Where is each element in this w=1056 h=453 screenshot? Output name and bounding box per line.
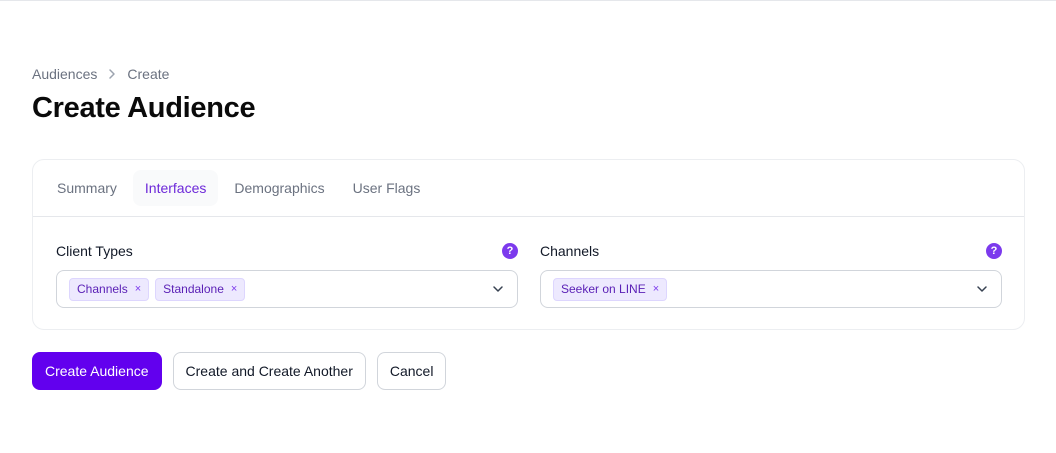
cancel-button[interactable]: Cancel	[376, 352, 447, 390]
breadcrumb-audiences-link[interactable]: Audiences	[32, 66, 97, 82]
tab-user-flags[interactable]: User Flags	[341, 170, 433, 206]
remove-chip-icon[interactable]: ×	[135, 283, 141, 295]
client-type-chip: Channels ×	[69, 277, 150, 301]
tab-demographics[interactable]: Demographics	[222, 170, 336, 206]
remove-chip-icon[interactable]: ×	[231, 283, 237, 295]
tab-summary[interactable]: Summary	[45, 170, 129, 206]
tab-interfaces[interactable]: Interfaces	[132, 170, 219, 206]
chip-label: Seeker on LINE	[561, 282, 646, 296]
client-types-field: Client Types ? Channels × Standalone ×	[56, 240, 518, 308]
channels-label: Channels	[540, 243, 600, 259]
chip-label: Channels	[77, 282, 128, 296]
channels-field: Channels ? Seeker on LINE ×	[540, 240, 1002, 308]
form-actions: Create Audience Create and Create Anothe…	[32, 352, 447, 390]
page-title: Create Audience	[32, 92, 256, 124]
top-divider	[0, 0, 1056, 1]
channel-chip: Seeker on LINE ×	[553, 277, 668, 301]
chevron-right-icon	[101, 65, 123, 83]
remove-chip-icon[interactable]: ×	[653, 283, 659, 295]
chevron-down-icon[interactable]	[975, 282, 989, 296]
tab-bar: Summary Interfaces Demographics User Fla…	[33, 160, 1024, 217]
chip-label: Standalone	[163, 282, 224, 296]
client-types-label: Client Types	[56, 243, 133, 259]
help-icon[interactable]: ?	[502, 243, 518, 259]
breadcrumb-current: Create	[127, 66, 170, 82]
create-audience-button[interactable]: Create Audience	[32, 352, 162, 390]
chevron-down-icon[interactable]	[491, 282, 505, 296]
client-types-select[interactable]: Channels × Standalone ×	[56, 270, 518, 308]
help-icon[interactable]: ?	[986, 243, 1002, 259]
breadcrumb: Audiences Create	[32, 65, 169, 83]
audience-form-card: Summary Interfaces Demographics User Fla…	[32, 159, 1025, 330]
create-and-create-another-button[interactable]: Create and Create Another	[172, 352, 366, 390]
channels-select[interactable]: Seeker on LINE ×	[540, 270, 1002, 308]
client-type-chip: Standalone ×	[155, 277, 246, 301]
